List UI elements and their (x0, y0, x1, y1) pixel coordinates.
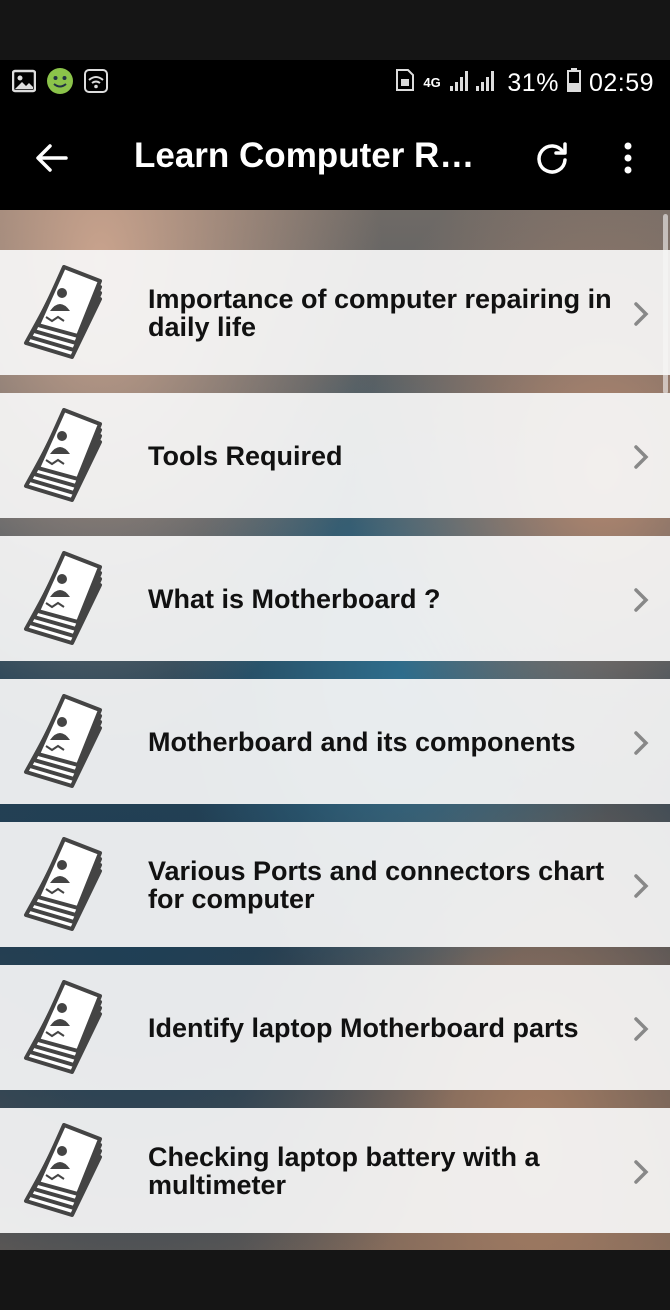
document-stack-icon (12, 265, 108, 361)
list-item[interactable]: What is Motherboard ? (0, 536, 670, 661)
app-bar: Learn Computer Re... (0, 106, 670, 210)
battery-percent: 31% (507, 68, 559, 97)
chevron-right-icon (632, 729, 652, 757)
list-item[interactable]: Importance of computer repairing in dail… (0, 250, 670, 375)
item-label: Tools Required (148, 440, 343, 471)
bottom-bezel (0, 1250, 670, 1310)
battery-icon (566, 67, 581, 99)
item-label: Identify laptop Motherboard parts (148, 1012, 579, 1043)
document-stack-icon (12, 551, 108, 647)
item-label: Various Ports and connectors chart for c… (148, 855, 605, 914)
signal-strength-icon (449, 68, 499, 99)
wifi-icon (84, 68, 108, 98)
chevron-right-icon (632, 1015, 652, 1043)
item-label: Importance of computer repairing in dail… (148, 283, 612, 342)
list-item[interactable]: Motherboard and its components (0, 679, 670, 804)
page-title: Learn Computer Re... (134, 136, 484, 175)
list-item[interactable]: Checking laptop battery with a multimete… (0, 1108, 670, 1233)
chevron-right-icon (632, 872, 652, 900)
content-area: Importance of computer repairing in dail… (0, 210, 670, 1250)
chevron-right-icon (632, 1158, 652, 1186)
document-stack-icon (12, 837, 108, 933)
item-label: What is Motherboard ? (148, 583, 441, 614)
refresh-icon[interactable] (534, 140, 570, 176)
list-item[interactable]: Tools Required (0, 393, 670, 518)
chevron-right-icon (632, 443, 652, 471)
status-bar: 4G 31% 02:59 (0, 60, 670, 106)
network-type-label: 4G (423, 75, 441, 90)
chevron-right-icon (632, 586, 652, 614)
list-item[interactable]: Various Ports and connectors chart for c… (0, 822, 670, 947)
chevron-right-icon (632, 300, 652, 328)
document-stack-icon (12, 980, 108, 1076)
back-arrow-icon[interactable] (34, 140, 70, 176)
top-bezel (0, 0, 670, 60)
gallery-notification-icon (11, 69, 37, 98)
smiley-notification-icon (46, 67, 74, 100)
document-stack-icon (12, 408, 108, 504)
sim-card-icon (395, 68, 415, 99)
clock: 02:59 (588, 68, 654, 97)
document-stack-icon (12, 1123, 108, 1219)
more-options-icon[interactable] (616, 140, 640, 176)
item-label: Checking laptop battery with a multimete… (148, 1141, 540, 1200)
item-label: Motherboard and its components (148, 726, 576, 757)
list-item[interactable]: Identify laptop Motherboard parts (0, 965, 670, 1090)
document-stack-icon (12, 694, 108, 790)
